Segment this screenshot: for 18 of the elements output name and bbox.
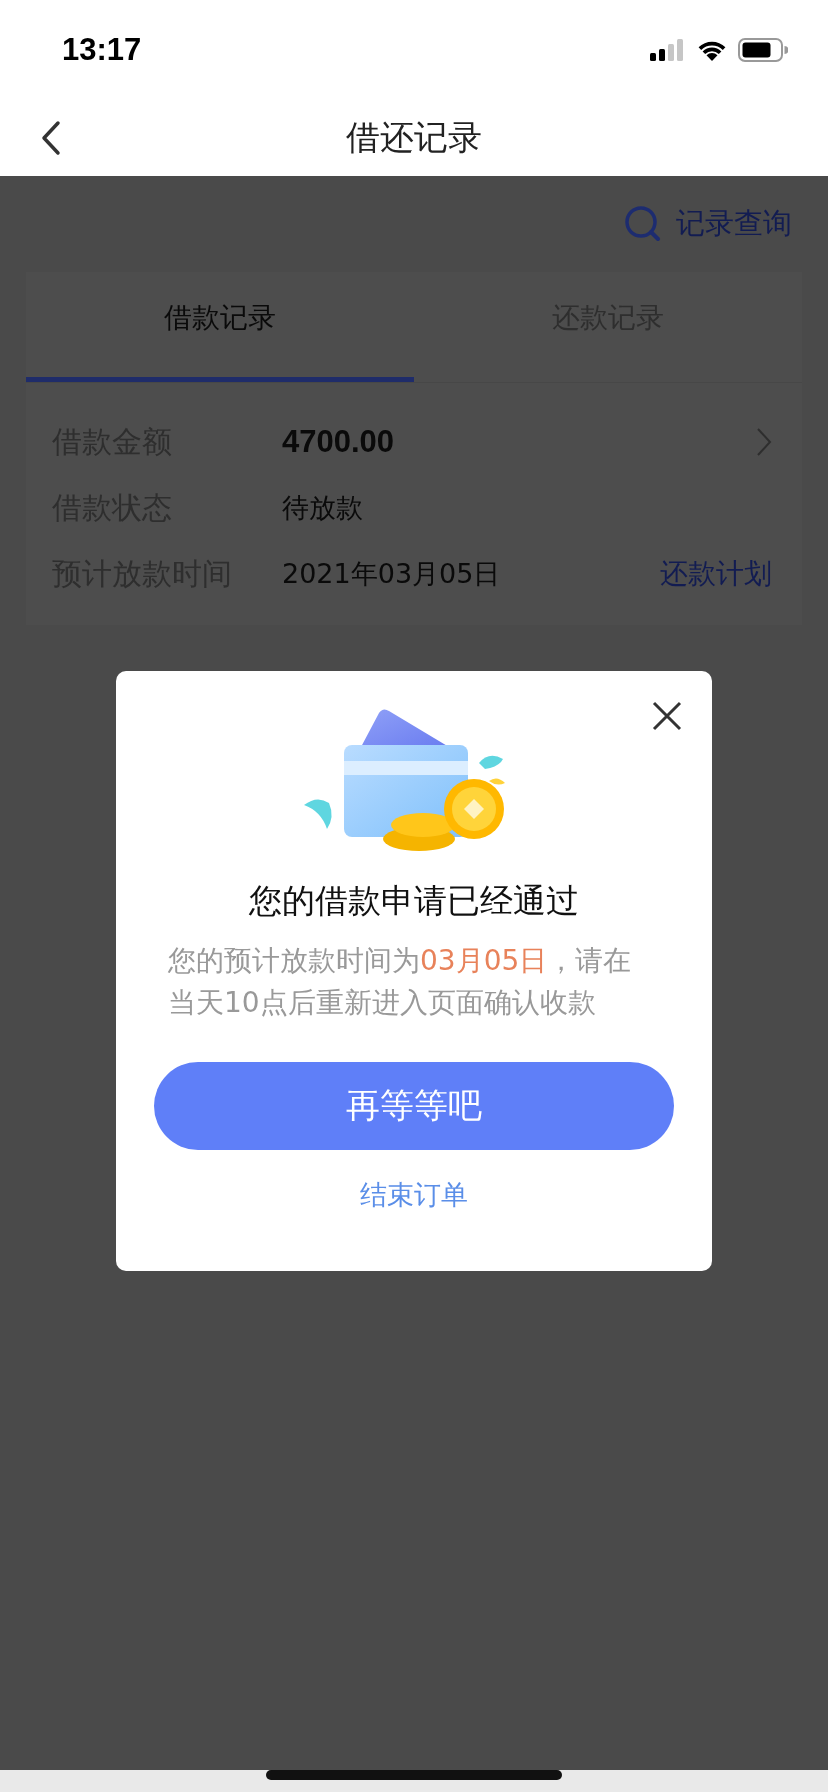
close-icon [652, 701, 682, 731]
signal-icon [650, 38, 686, 62]
search-icon [624, 205, 662, 243]
wait-button[interactable]: 再等等吧 [154, 1062, 674, 1150]
close-button[interactable] [652, 701, 682, 731]
page-title: 借还记录 [346, 116, 482, 159]
field-value: 待放款 [282, 491, 364, 525]
repayment-plan-link[interactable]: 还款计划 [660, 555, 772, 593]
amount-value: 4700.00 [282, 424, 396, 460]
status-time: 13:17 [62, 32, 142, 68]
record-search-link[interactable]: 记录查询 [624, 204, 802, 244]
end-order-link[interactable]: 结束订单 [354, 1176, 474, 1214]
dialog-title: 您的借款申请已经通过 [249, 880, 579, 922]
back-icon [40, 120, 62, 156]
dialog-message: 您的预计放款时间为03月05日，请在当天10点后重新进入页面确认收款 [168, 943, 633, 1021]
tab[interactable]: 借款记录 [26, 272, 414, 382]
battery-icon [738, 38, 788, 62]
field-value: 2021年03月05日 [282, 557, 502, 591]
